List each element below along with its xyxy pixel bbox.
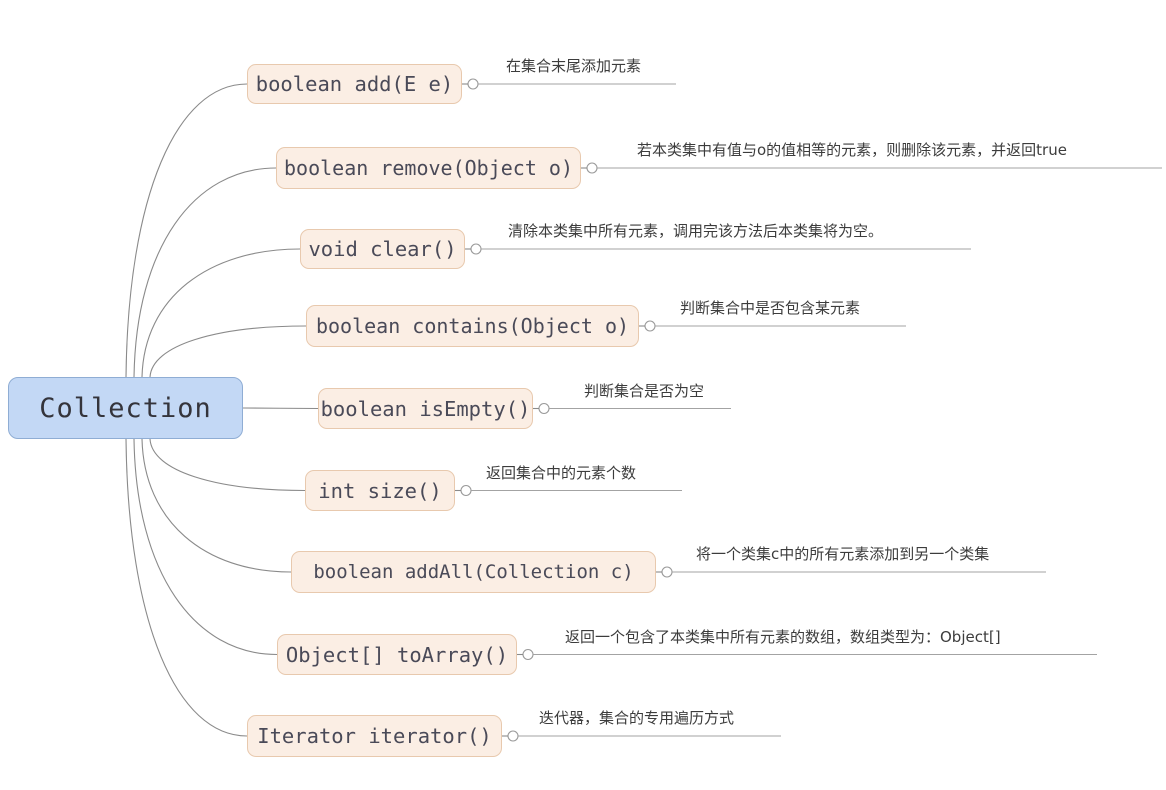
mind-map-canvas: Collection boolean add(E e) 在集合末尾添加元素 bool… <box>0 0 1166 790</box>
branch-note: 将一个类集c中的所有元素添加到另一个类集 <box>682 545 990 566</box>
branch-note: 迭代器，集合的专用遍历方式 <box>525 709 735 730</box>
branch-note-text: 清除本类集中所有元素，调用完该方法后本类集将为空。 <box>508 222 884 240</box>
note-connector-dot <box>470 243 482 255</box>
method-node[interactable]: Iterator iterator() <box>247 715 502 757</box>
method-node[interactable]: boolean remove(Object o) <box>276 147 581 189</box>
branch-edge <box>242 407 319 410</box>
method-node[interactable]: Object[] toArray() <box>277 634 517 675</box>
branch-note-text: 将一个类集c中的所有元素添加到另一个类集 <box>696 545 990 563</box>
note-connector-dot <box>538 402 550 415</box>
note-connector-dot <box>460 484 472 497</box>
branch-note-text: 判断集合中是否包含某元素 <box>680 299 861 317</box>
note-connector-dot <box>661 566 673 578</box>
branch-note: 清除本类集中所有元素，调用完该方法后本类集将为空。 <box>494 222 884 243</box>
branch-note-text: 判断集合是否为空 <box>584 381 705 400</box>
method-node[interactable]: void clear() <box>300 229 465 269</box>
branch-note-text: 返回一个包含了本类集中所有元素的数组，数组类型为：Object[] <box>565 627 1001 646</box>
branch-note: 返回集合中的元素个数 <box>472 463 637 485</box>
branch-edge <box>125 438 248 737</box>
branch-edge <box>141 438 292 573</box>
branch-edge <box>141 248 301 378</box>
branch-note: 若本类集中有值与o的值相等的元素，则删除该元素，并返回true <box>623 141 1067 162</box>
branch-edge <box>149 438 306 492</box>
method-node[interactable]: boolean isEmpty() <box>318 388 533 429</box>
method-node[interactable]: boolean addAll(Collection c) <box>291 551 656 593</box>
branch-note: 判断集合是否为空 <box>570 381 705 403</box>
branch-edge <box>133 438 278 656</box>
root-node-collection[interactable]: Collection <box>8 377 243 439</box>
branch-edge <box>125 83 248 378</box>
branch-note: 返回一个包含了本类集中所有元素的数组，数组类型为：Object[] <box>551 627 1001 649</box>
method-node[interactable]: int size() <box>305 470 455 511</box>
note-connector-dot <box>586 162 598 174</box>
branch-note-text: 返回集合中的元素个数 <box>486 463 637 482</box>
method-node[interactable]: boolean add(E e) <box>247 64 462 104</box>
branch-note: 判断集合中是否包含某元素 <box>666 299 861 320</box>
branch-note-text: 在集合末尾添加元素 <box>506 57 642 75</box>
branch-edge <box>149 325 307 378</box>
note-connector-dot <box>644 320 656 332</box>
branch-note: 在集合末尾添加元素 <box>492 57 642 78</box>
method-node[interactable]: boolean contains(Object o) <box>306 305 639 347</box>
branch-edge <box>133 167 277 378</box>
note-connector-dot <box>522 648 534 661</box>
branch-note-text: 若本类集中有值与o的值相等的元素，则删除该元素，并返回true <box>637 141 1067 159</box>
branch-note-text: 迭代器，集合的专用遍历方式 <box>539 709 735 727</box>
note-connector-dot <box>507 730 519 742</box>
note-connector-dot <box>467 78 479 90</box>
